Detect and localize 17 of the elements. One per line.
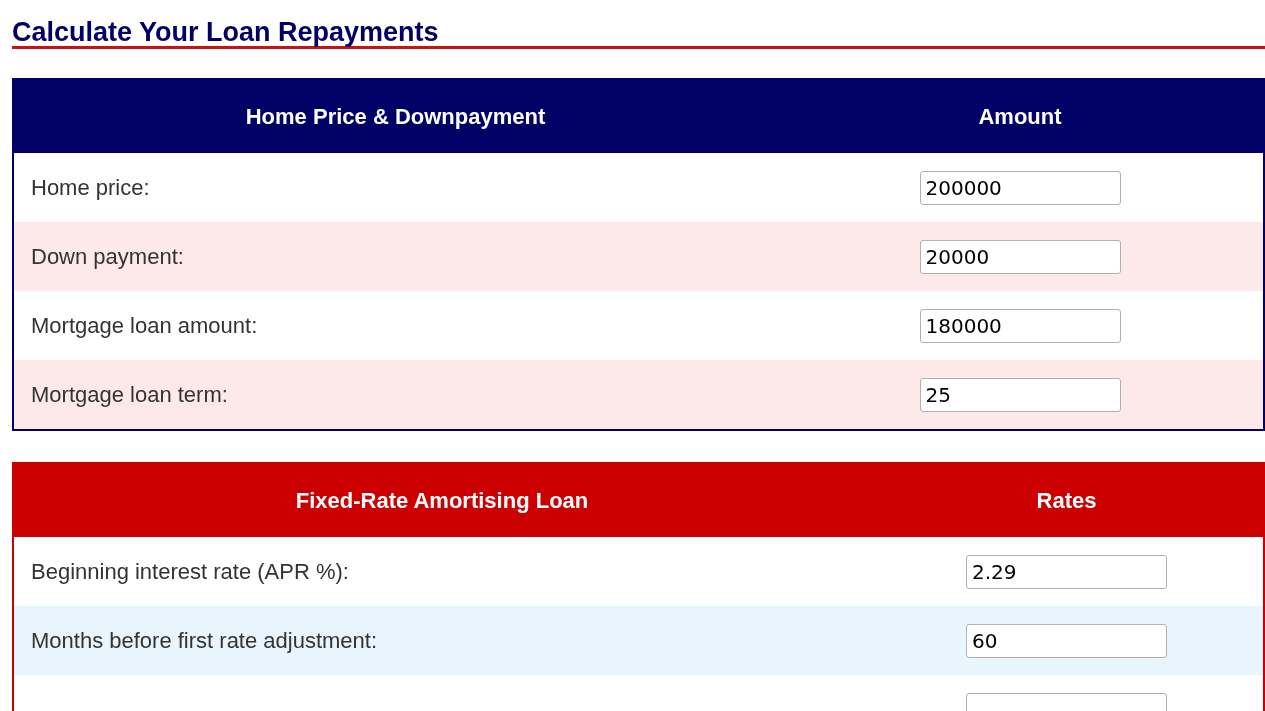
column-header: Home Price & Downpayment [245,103,546,131]
field-label: Mortgage loan term: [31,382,228,407]
field-label: Home price: [31,175,150,200]
input-field[interactable]: 20000 [919,239,1121,274]
field-label: Down payment: [31,244,184,269]
column-header: Amount [978,103,1062,131]
field-label: Beginning interest rate (APR %): [31,559,349,584]
field-label: Months before first rate adjustment: [31,628,378,653]
page-title: Calculate Your Loan Repayments [12,16,440,46]
input-field[interactable]: 200000 [919,170,1121,205]
input-field[interactable]: 180000 [919,308,1121,343]
input-field[interactable]: 25 [919,377,1121,412]
input-field[interactable]: 2.29 [966,554,1167,589]
input-field[interactable]: 60 [966,623,1167,658]
column-header: Rates [1036,487,1097,515]
column-header: Fixed-Rate Amortising Loan [295,487,589,515]
field-label: Mortgage loan amount: [31,313,258,338]
